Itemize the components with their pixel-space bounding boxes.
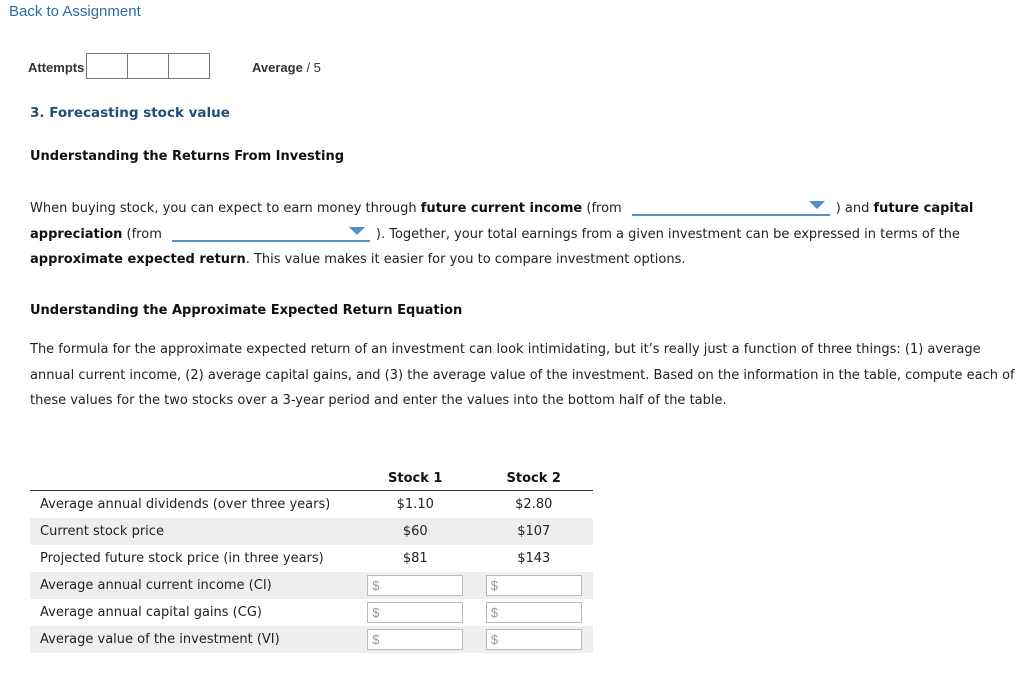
average-score: Average / 5	[252, 60, 321, 75]
attempt-box-2	[127, 53, 169, 79]
average-label: Average	[252, 60, 303, 75]
chevron-down-icon	[348, 226, 365, 235]
row-label: Average annual dividends (over three yea…	[40, 497, 331, 512]
text: . This value makes it easier for you to …	[245, 252, 686, 267]
back-to-assignment-link[interactable]: Back to Assignment	[9, 3, 141, 20]
term-approximate-expected-return: approximate expected return	[30, 252, 246, 267]
stock-1-cell	[356, 599, 475, 626]
column-header-stock-1: Stock 1	[356, 466, 475, 491]
table-row: Current stock price $60 $107	[30, 518, 593, 545]
attempt-box-1	[86, 53, 128, 79]
stock-2-cg-input[interactable]	[485, 602, 582, 623]
stock-2-value: $143	[517, 551, 551, 566]
stock-1-cg-input[interactable]	[367, 602, 464, 623]
text: (from	[582, 201, 622, 216]
text: ) and	[835, 201, 874, 216]
column-header-stock-2: Stock 2	[474, 466, 593, 491]
stock-1-cell	[356, 626, 475, 653]
chevron-down-icon	[808, 201, 825, 209]
stock-2-vi-input[interactable]	[485, 629, 582, 650]
table-row: Projected future stock price (in three y…	[30, 545, 593, 572]
stock-2-cell	[474, 572, 593, 599]
attempts-label: Attempts	[28, 60, 85, 75]
attempt-box-3	[168, 53, 210, 79]
stock-1-cell	[356, 572, 475, 599]
section-heading-equation: Understanding the Approximate Expected R…	[30, 303, 463, 318]
equation-paragraph: The formula for the approximate expected…	[30, 342, 1015, 408]
row-label: Projected future stock price (in three y…	[40, 551, 324, 566]
text: When buying stock, you can expect to ear…	[30, 201, 421, 216]
table-row: Average annual dividends (over three yea…	[30, 491, 593, 519]
column-header-label	[30, 466, 356, 491]
stock-1-value: $81	[402, 551, 428, 566]
stock-table: Stock 1 Stock 2 Average annual dividends…	[30, 466, 593, 653]
stock-2-ci-input[interactable]	[485, 575, 582, 596]
text: (from	[122, 226, 162, 242]
row-label: Current stock price	[30, 518, 356, 545]
row-label: Average value of the investment (VI)	[30, 626, 356, 653]
stock-1-ci-input[interactable]	[367, 575, 464, 596]
row-label: Average annual capital gains (CG)	[40, 605, 262, 620]
table-row: Average annual current income (CI)	[30, 572, 593, 599]
stock-1-value: $60	[356, 518, 475, 545]
section-heading-returns: Understanding the Returns From Investing	[30, 149, 345, 164]
table-header-row: Stock 1 Stock 2	[30, 466, 593, 491]
table-row: Average value of the investment (VI)	[30, 626, 593, 653]
row-label: Average annual current income (CI)	[30, 572, 356, 599]
dropdown-current-income-source[interactable]	[631, 197, 830, 216]
stock-2-value: $2.80	[515, 497, 553, 512]
stock-1-value: $1.10	[396, 497, 434, 512]
text: ). Together, your total earnings from a …	[375, 226, 960, 242]
stock-2-value: $107	[474, 518, 593, 545]
stock-2-cell	[475, 599, 594, 626]
average-suffix: / 5	[306, 60, 321, 75]
stock-1-vi-input[interactable]	[367, 629, 464, 650]
term-future-current-income: future current income	[420, 201, 583, 216]
dropdown-capital-appreciation-source[interactable]	[171, 223, 370, 242]
question-title: 3. Forecasting stock value	[30, 105, 230, 121]
table-row: Average annual capital gains (CG)	[30, 599, 593, 626]
returns-paragraph: When buying stock, you can expect to ear…	[30, 196, 1015, 273]
attempt-boxes	[86, 53, 210, 79]
stock-2-cell	[474, 626, 593, 653]
